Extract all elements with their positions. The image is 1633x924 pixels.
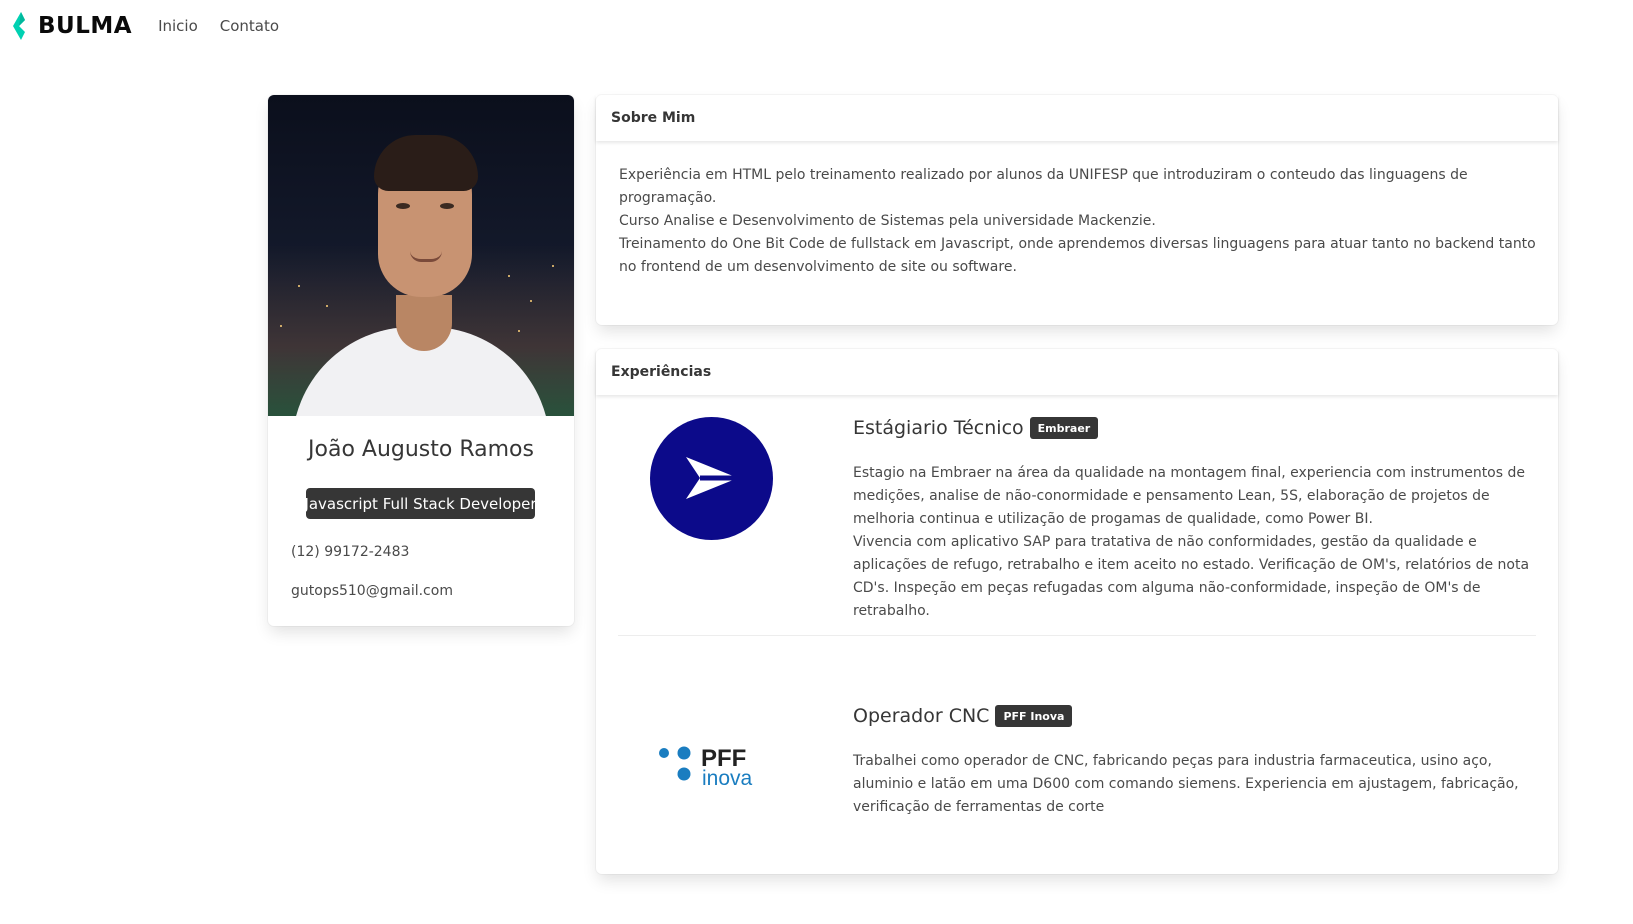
about-paragraph: Curso Analise e Desenvolvimento de Siste… <box>619 213 1156 229</box>
embraer-arrow-icon <box>686 457 738 499</box>
navbar: BULMA Inicio Contato <box>0 0 1633 52</box>
nav-link-inicio[interactable]: Inicio <box>158 17 198 35</box>
company-tag: Embraer <box>1029 417 1099 439</box>
experience-paragraph: Trabalhei como operador de CNC, fabrican… <box>853 753 1519 815</box>
email-text: gutops510@gmail.com <box>291 583 453 599</box>
profile-name: João Augusto Ramos <box>308 437 534 462</box>
nav-link-contato[interactable]: Contato <box>220 17 279 35</box>
experiences-card: Experiências Estágiario Técnico Embraer … <box>596 349 1558 874</box>
divider <box>618 635 1536 636</box>
role-tag: Javascript Full Stack Developer <box>304 488 537 519</box>
about-card-title: Sobre Mim <box>596 95 1558 141</box>
profile-photo <box>268 95 574 416</box>
company-tag: PFF Inova <box>995 705 1073 727</box>
experience-description: Estagio na Embraer na área da qualidade … <box>853 462 1538 623</box>
profile-card: João Augusto Ramos Javascript Full Stack… <box>268 95 574 626</box>
embraer-logo <box>650 417 773 540</box>
brand-link[interactable]: BULMA <box>11 12 132 40</box>
about-paragraph: Experiência em HTML pelo treinamento rea… <box>619 167 1468 206</box>
svg-text:inova: inova <box>702 767 753 788</box>
brand-name: BULMA <box>38 13 133 39</box>
experience-title: Estágiario Técnico Embraer <box>853 417 1099 439</box>
experiences-card-title: Experiências <box>596 349 1558 395</box>
experience-position: Estágiario Técnico <box>853 417 1024 439</box>
about-body: Experiência em HTML pelo treinamento rea… <box>619 164 1539 279</box>
bulma-logo-icon <box>13 12 25 40</box>
phone-text: (12) 99172-2483 <box>291 544 410 560</box>
about-paragraph: Treinamento do One Bit Code de fullstack… <box>619 236 1536 275</box>
experience-description: Trabalhei como operador de CNC, fabrican… <box>853 750 1538 819</box>
experience-paragraph: Estagio na Embraer na área da qualidade … <box>853 465 1525 527</box>
experience-paragraph: Vivencia com aplicativo SAP para tratati… <box>853 534 1530 619</box>
experience-position: Operador CNC <box>853 705 990 727</box>
about-card: Sobre Mim Experiência em HTML pelo trein… <box>596 95 1558 325</box>
pff-inova-logo: PFF inova <box>657 744 757 790</box>
experience-title: Operador CNC PFF Inova <box>853 705 1073 727</box>
